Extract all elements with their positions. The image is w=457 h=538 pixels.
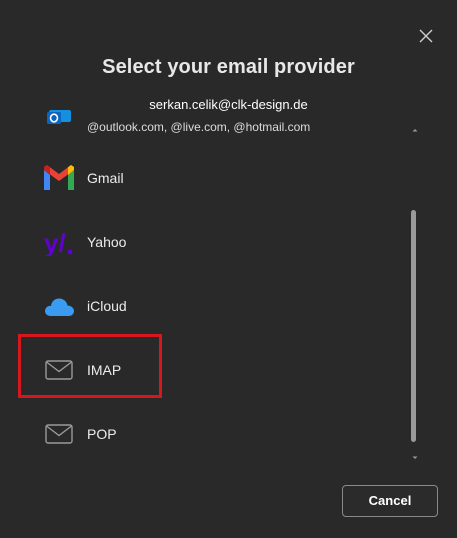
close-button[interactable] [416,26,436,46]
icloud-icon [45,298,74,316]
dialog-title: Select your email provider [102,56,355,78]
svg-text:y/: y/ [44,228,66,256]
provider-label: @outlook.com, @live.com, @hotmail.com [87,120,311,134]
provider-label: IMAP [87,362,122,378]
provider-yahoo[interactable]: y/ Yahoo [0,210,400,274]
provider-pop[interactable]: POP [0,402,400,466]
mail-envelope-icon [45,424,73,444]
provider-list: @outlook.com, @live.com, @hotmail.com Gm… [0,110,400,472]
provider-label: POP [87,426,117,442]
scroll-up-button[interactable] [410,122,420,132]
chevron-down-icon [412,456,418,459]
close-icon [419,29,433,43]
provider-imap[interactable]: IMAP [0,338,400,402]
provider-gmail[interactable]: Gmail [0,146,400,210]
provider-icloud[interactable]: iCloud [0,274,400,338]
mail-envelope-icon [45,360,73,380]
chevron-up-icon [412,129,418,132]
cancel-button[interactable]: Cancel [342,485,438,517]
outlook-icon [47,110,71,124]
yahoo-icon: y/ [44,228,73,256]
provider-label: iCloud [87,298,127,314]
provider-label: Yahoo [87,234,127,250]
provider-label: Gmail [87,170,124,186]
gmail-icon [44,165,74,190]
scroll-down-button[interactable] [410,450,420,460]
scrollbar-thumb[interactable] [411,210,416,442]
